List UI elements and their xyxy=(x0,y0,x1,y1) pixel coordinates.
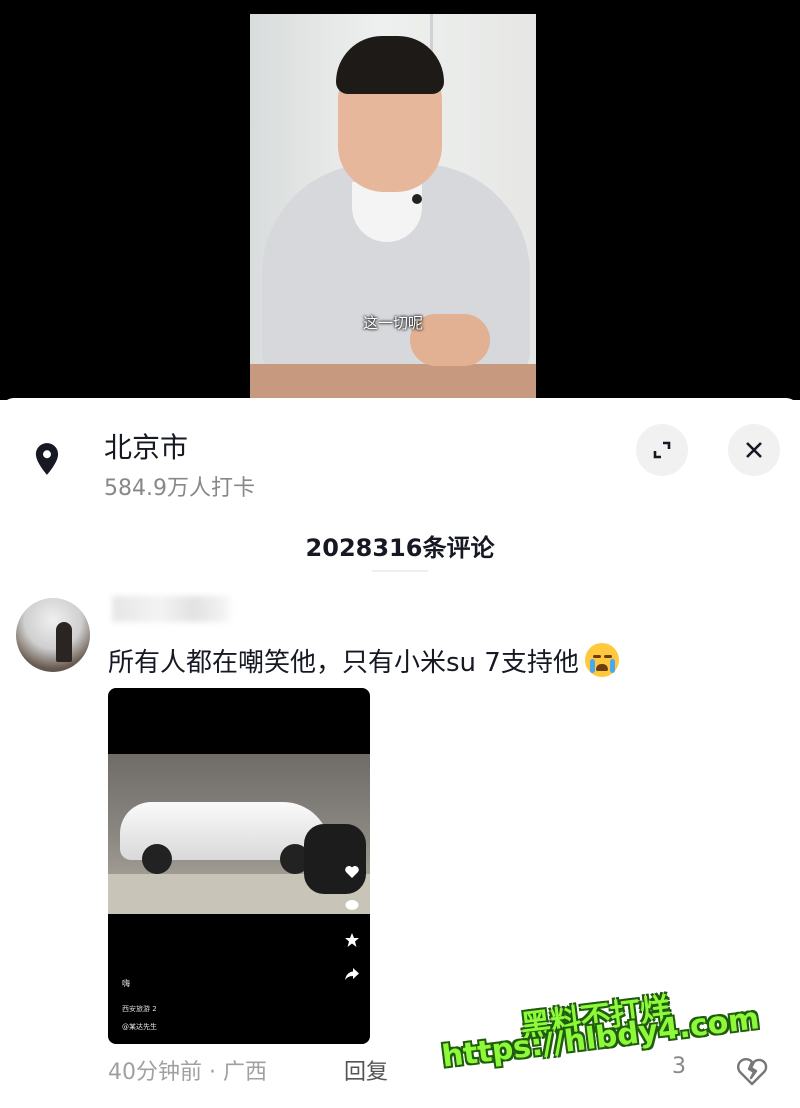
thumbnail-tag: 西安旅游 2 xyxy=(122,1005,157,1013)
location-name: 北京市 xyxy=(104,431,189,464)
location-checkins: 584.9万人打卡 xyxy=(104,476,255,501)
comment-count: 2028316条评论 xyxy=(305,534,495,562)
comment-bubble-icon xyxy=(345,900,359,910)
username-blurred[interactable] xyxy=(112,596,230,622)
lapel-mic xyxy=(412,194,422,204)
comment-body: 所有人都在嘲笑他，只有小米su 7支持他 xyxy=(108,648,579,678)
comment-sheet: 北京市 584.9万人打卡 2028316条评论 所有人都在嘲笑他，只有小米su… xyxy=(0,398,800,1108)
divider xyxy=(372,570,428,572)
expand-button[interactable] xyxy=(636,424,688,476)
video-table xyxy=(250,364,536,400)
share-arrow-icon xyxy=(345,968,359,980)
close-button[interactable] xyxy=(728,424,780,476)
reply-button[interactable]: 回复 xyxy=(344,1054,388,1086)
comment-video-thumbnail[interactable]: 嗨 西安旅游 2 @某达先生 xyxy=(108,688,370,1044)
thumbnail-caption: 嗨 xyxy=(122,979,130,988)
thumbnail-scene xyxy=(108,754,370,914)
expand-icon xyxy=(653,441,671,459)
like-count[interactable]: 3 xyxy=(672,1054,686,1079)
video-subtitle: 这一切呢 xyxy=(362,314,423,332)
thumbnail-action-column xyxy=(344,864,366,990)
star-icon xyxy=(345,933,359,947)
video-player[interactable]: 这一切呢 xyxy=(0,0,800,400)
close-icon xyxy=(746,442,762,458)
comment-text: 所有人都在嘲笑他，只有小米su 7支持他 xyxy=(108,642,619,679)
location-pin-icon xyxy=(35,443,59,475)
avatar-figure xyxy=(56,622,72,662)
thumbnail-author: @某达先生 xyxy=(122,1023,157,1031)
broken-heart-icon[interactable] xyxy=(736,1056,768,1086)
avatar[interactable] xyxy=(16,598,90,672)
video-person-hair xyxy=(336,36,444,94)
comment-time-location: 40分钟前 · 广西 xyxy=(108,1060,267,1085)
thumbnail-wheel xyxy=(142,844,172,874)
crying-face-emoji-icon xyxy=(584,643,619,677)
video-frame[interactable]: 这一切呢 xyxy=(250,14,536,400)
heart-icon xyxy=(345,866,359,878)
